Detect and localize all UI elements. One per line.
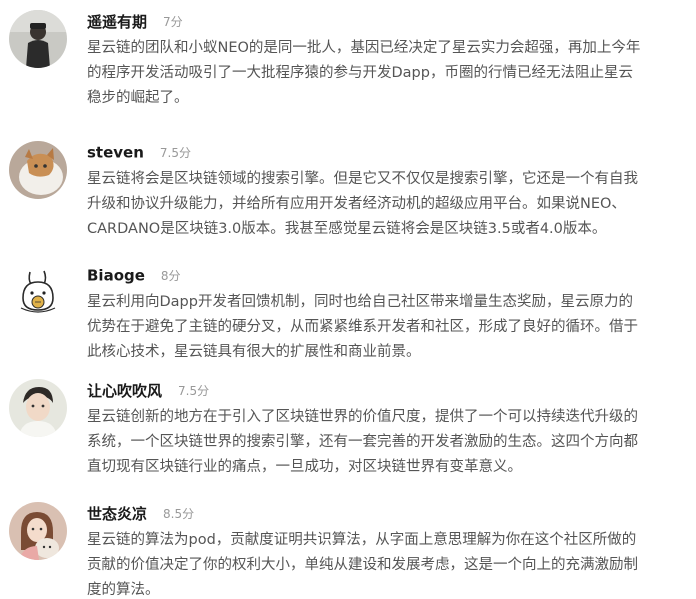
comment-line: 星云链的算法为pod，贡献度证明共识算法，从字面上意思理解为你在这个社区所做的 [87, 532, 637, 548]
comment-text: 星云链的算法为pod，贡献度证明共识算法，从字面上意思理解为你在这个社区所做的 … [87, 528, 687, 599]
comment-text: 星云链将会是区块链领域的搜索引擎。但是它又不仅仅是搜索引擎，它还是一个有自我 升… [87, 167, 687, 242]
comment-line: 优势在于避免了主链的硬分叉，从而紧紧维系开发者和社区，形成了良好的循环。借于 [87, 319, 638, 335]
score-label: 7.5分 [159, 146, 191, 160]
author-name[interactable]: 世态炎凉 [87, 505, 147, 523]
comment-line: 度的算法。 [87, 582, 160, 598]
comment-line: 星云链创新的地方在于引入了区块链世界的价值尺度，提供了一个可以持续迭代升级的 [87, 409, 638, 425]
comment-line: 稳步的崛起了。 [87, 90, 189, 106]
comment-line: 此核心技术，星云链具有很大的扩展性和商业前景。 [87, 344, 421, 360]
author-name[interactable]: 遥遥有期 [87, 13, 147, 31]
comment-header: 让心吹吹风 7.5分 [87, 380, 209, 402]
boy-avatar-icon[interactable] [9, 379, 67, 437]
comment-line: 星云利用向Dapp开发者回馈机制，同时也给自己社区带来增量生态奖励，星云原力的 [87, 294, 633, 310]
comment-line: 星云链的团队和小蚁NEO的是同一批人，基因已经决定了星云实力会超强，再加上今年 [87, 40, 641, 56]
author-name[interactable]: Biaoge [87, 267, 145, 285]
cat-avatar-icon[interactable] [9, 141, 67, 199]
comment-line: 直切现有区块链行业的痛点，一旦成功，对区块链世界有变革意义。 [87, 459, 522, 475]
author-name[interactable]: 让心吹吹风 [87, 382, 162, 400]
comment-text: 星云链创新的地方在于引入了区块链世界的价值尺度，提供了一个可以持续迭代升级的 系… [87, 405, 687, 480]
comment-text: 星云利用向Dapp开发者回馈机制，同时也给自己社区带来增量生态奖励，星云原力的 … [87, 290, 687, 365]
comment-text: 星云链的团队和小蚁NEO的是同一批人，基因已经决定了星云实力会超强，再加上今年 … [87, 36, 687, 111]
score-label: 7分 [163, 15, 183, 29]
comment-line: 贡献的价值决定了你的权利大小，单纯从建设和发展考虑，这是一个向上的充满激励制 [87, 557, 638, 573]
comment-header: steven 7.5分 [87, 142, 191, 164]
score-label: 7.5分 [178, 384, 210, 398]
comment-header: Biaoge 8分 [87, 265, 181, 287]
comment-line: 星云链将会是区块链领域的搜索引擎。但是它又不仅仅是搜索引擎，它还是一个有自我 [87, 171, 638, 187]
comment-header: 遥遥有期 7分 [87, 11, 183, 33]
comment-line: 升级和协议升级能力，并给所有应用开发者经济动机的超级应用平台。如果说NEO、 [87, 196, 626, 212]
comment-line: 系统，一个区块链世界的搜索引擎，还有一套完善的开发者激励的生态。这四个方向都 [87, 434, 638, 450]
score-label: 8.5分 [163, 507, 195, 521]
comment-line: 的程序开发活动吸引了一大批程序猿的参与开发Dapp，币圈的行情已经无法阻止星云 [87, 65, 633, 81]
rabbit-cartoon-avatar-icon[interactable] [9, 264, 67, 322]
comment-header: 世态炎凉 8.5分 [87, 503, 194, 525]
score-label: 8分 [160, 269, 181, 283]
comment-line: CARDANO是区块链3.0版本。我甚至感觉星云链将会是区块链3.5或者4.0版… [87, 221, 607, 237]
girl-with-dog-avatar-icon[interactable] [9, 502, 67, 560]
comment-list: 遥遥有期 7分 星云链的团队和小蚁NEO的是同一批人，基因已经决定了星云实力会超强… [0, 0, 696, 599]
author-name[interactable]: steven [87, 144, 144, 162]
person-avatar-icon[interactable] [9, 10, 67, 68]
